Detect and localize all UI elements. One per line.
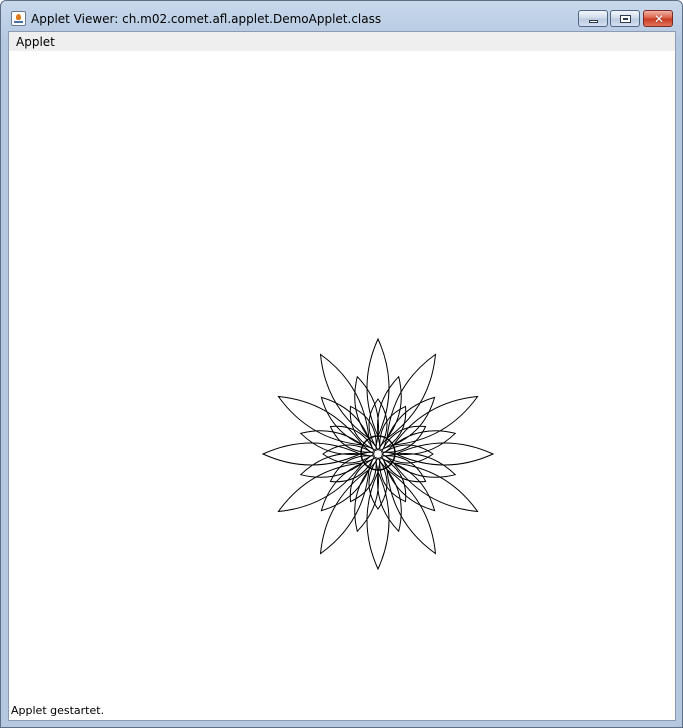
minimize-icon (589, 20, 598, 23)
applet-viewer-window: Applet Viewer: ch.m02.comet.afl.applet.D… (0, 0, 683, 728)
applet-canvas[interactable] (9, 51, 675, 701)
close-button[interactable]: ✕ (643, 10, 673, 27)
maximize-button[interactable] (610, 10, 640, 27)
middle-petal (320, 458, 374, 512)
middle-petal (382, 458, 436, 512)
title-bar[interactable]: Applet Viewer: ch.m02.comet.afl.applet.D… (1, 1, 682, 31)
middle-petal (320, 396, 374, 450)
window-title: Applet Viewer: ch.m02.comet.afl.applet.D… (31, 12, 382, 26)
java-applet-icon[interactable] (11, 11, 26, 26)
maximize-icon (620, 15, 631, 23)
menu-bar: Applet (9, 32, 675, 51)
menu-applet[interactable]: Applet (16, 35, 55, 49)
status-text: Applet gestartet. (11, 704, 105, 717)
minimize-button[interactable] (578, 10, 608, 27)
middle-petal (382, 396, 436, 450)
close-icon: ✕ (653, 12, 665, 26)
applet-client-area: Applet Applet gestartet. (8, 31, 676, 721)
rosette-drawing (261, 337, 495, 571)
